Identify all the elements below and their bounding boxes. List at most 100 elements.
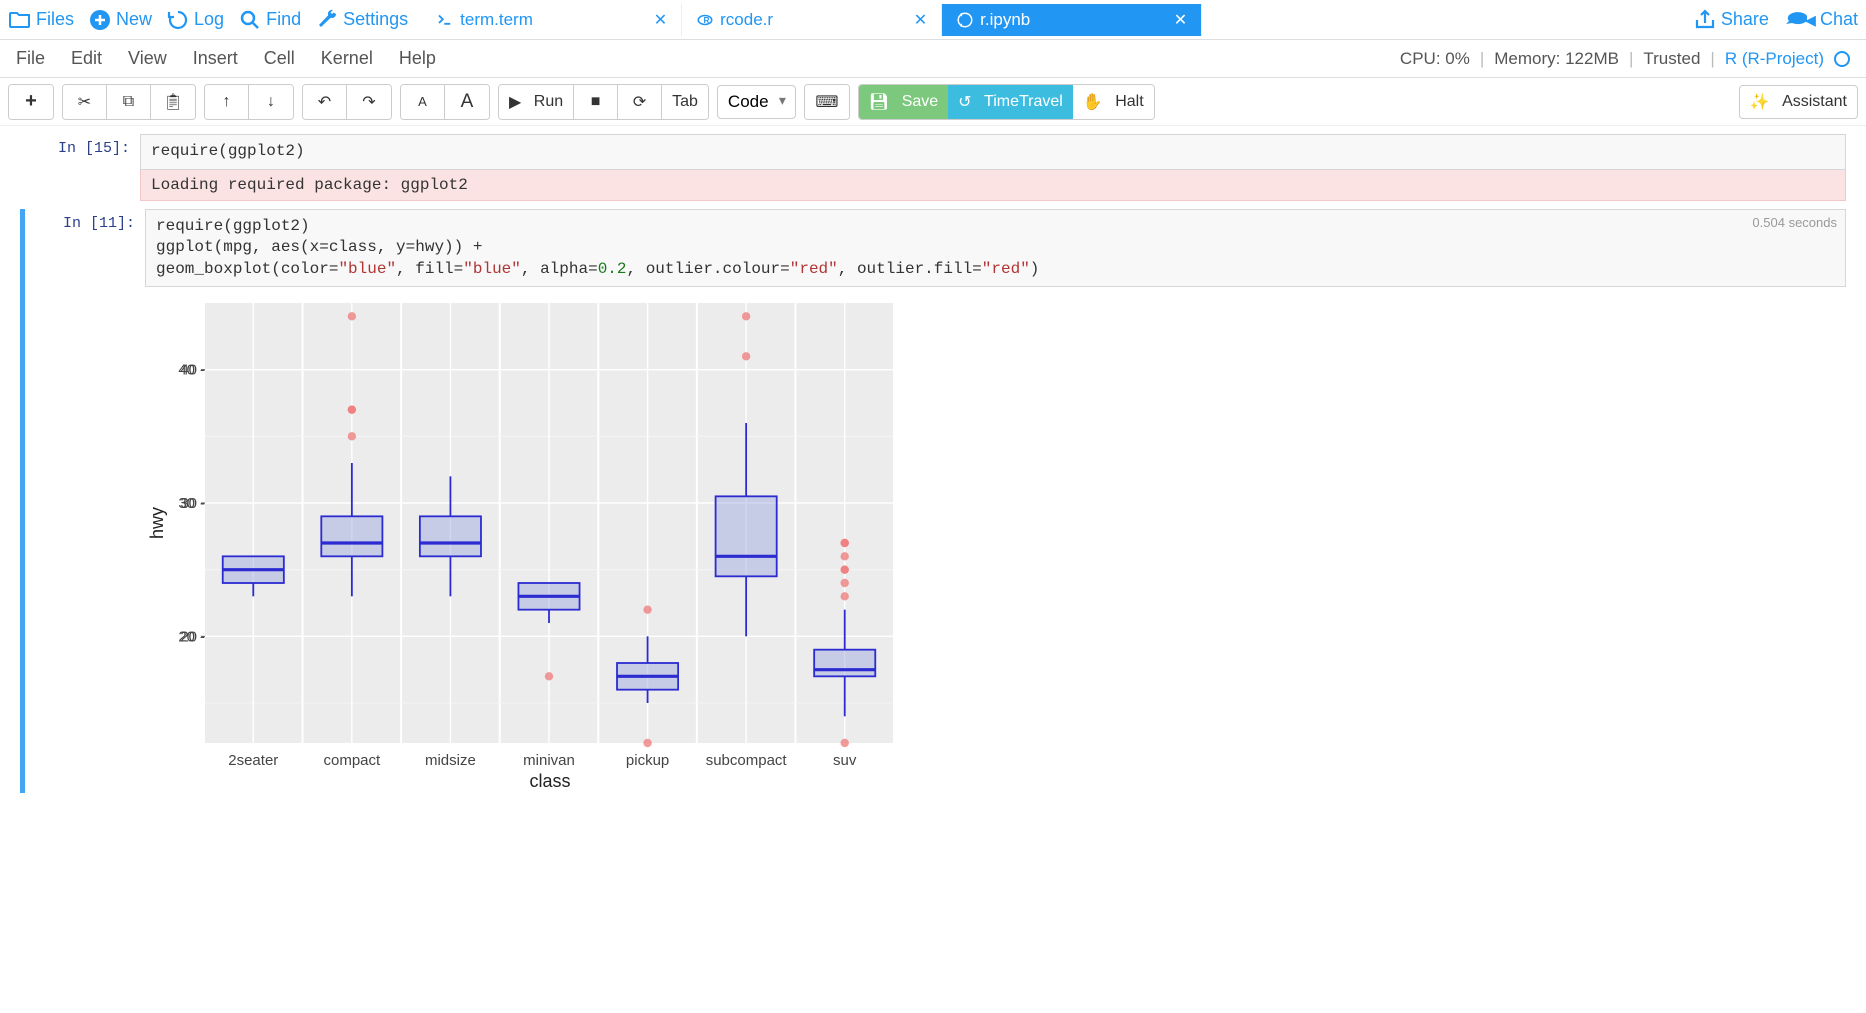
settings-button[interactable]: Settings (315, 8, 408, 32)
run-button[interactable]: ▶ Run (499, 85, 574, 119)
kernel-indicator-icon[interactable] (1834, 51, 1850, 67)
toolbar: + ✂ ⧉ 📋︎ ↑ ↓ ↶ ↷ A A ▶ Run ■ ⟳ Tab Code … (0, 78, 1866, 126)
font-large-button[interactable]: A (445, 85, 489, 119)
tab-label: term.term (460, 10, 533, 30)
topbar-left: Files New Log Find Settings (8, 8, 408, 32)
new-button[interactable]: New (88, 8, 152, 32)
find-label: Find (266, 9, 301, 30)
code-cell-selected[interactable]: In [11]: require(ggplot2) ggplot(mpg, ae… (20, 209, 1846, 794)
code-cell[interactable]: In [15]: require(ggplot2) Loading requir… (20, 134, 1846, 201)
stop-icon: ■ (591, 93, 601, 111)
menubar: File Edit View Insert Cell Kernel Help C… (0, 40, 1866, 78)
hand-icon: ✋ (1083, 92, 1103, 112)
timetravel-button[interactable]: ↺ TimeTravel (948, 85, 1073, 119)
svg-text:20: 20 (178, 629, 195, 646)
font-small-icon: A (418, 94, 427, 109)
assistant-label: Assistant (1782, 93, 1847, 111)
cpu-status: CPU: 0% (1400, 49, 1470, 69)
save-button[interactable]: 💾︎ Save (859, 85, 948, 119)
menu-insert[interactable]: Insert (193, 48, 238, 69)
svg-text:subcompact: subcompact (706, 752, 788, 769)
tab-label: Tab (672, 93, 698, 111)
undo-button[interactable]: ↶ (303, 85, 347, 119)
halt-label: Halt (1115, 93, 1143, 111)
close-icon[interactable]: ✕ (1174, 10, 1187, 30)
copy-icon: ⧉ (123, 93, 134, 111)
boxplot-chart: 20-30-40-2030402seatercompactmidsizemini… (145, 293, 905, 793)
svg-text:2seater: 2seater (228, 752, 278, 769)
chat-button[interactable]: ◂ Chat (1783, 7, 1858, 33)
arrow-up-icon: ↑ (223, 93, 231, 111)
status-area: CPU: 0%| Memory: 122MB| Trusted| R (R-Pr… (1400, 49, 1850, 69)
memory-status: Memory: 122MB (1494, 49, 1619, 69)
cell-type-select[interactable]: Code (717, 85, 796, 119)
notebook-area[interactable]: In [15]: require(ggplot2) Loading requir… (0, 126, 1866, 821)
share-button[interactable]: Share (1693, 8, 1769, 32)
halt-button[interactable]: ✋ Halt (1073, 85, 1154, 119)
assistant-button[interactable]: ✨ Assistant (1739, 85, 1858, 119)
svg-text:-: - (200, 362, 205, 379)
redo-button[interactable]: ↷ (347, 85, 391, 119)
find-button[interactable]: Find (238, 8, 301, 32)
menu-file[interactable]: File (16, 48, 45, 69)
share-icon (1693, 8, 1717, 32)
svg-text:R: R (704, 16, 710, 25)
clipboard-icon: 📋︎ (163, 92, 183, 112)
cut-button[interactable]: ✂ (63, 85, 107, 119)
wrench-icon (315, 8, 339, 32)
arrow-down-icon: ↓ (267, 93, 275, 111)
menu-view[interactable]: View (128, 48, 167, 69)
cell-prompt: In [11]: (25, 209, 145, 794)
share-label: Share (1721, 9, 1769, 30)
copy-button[interactable]: ⧉ (107, 85, 151, 119)
menu-edit[interactable]: Edit (71, 48, 102, 69)
tab-ripynb[interactable]: r.ipynb ✕ (942, 4, 1202, 36)
caret-left-icon: ◂ (1805, 7, 1816, 33)
tab-term[interactable]: term.term ✕ (422, 4, 682, 36)
move-up-button[interactable]: ↑ (205, 85, 249, 119)
log-button[interactable]: Log (166, 8, 224, 32)
folder-icon (8, 8, 32, 32)
font-small-button[interactable]: A (401, 85, 445, 119)
trusted-status[interactable]: Trusted (1643, 49, 1700, 69)
code-input[interactable]: require(ggplot2) ggplot(mpg, aes(x=class… (145, 209, 1846, 288)
restart-button[interactable]: ⟳ (618, 85, 662, 119)
tab-label: rcode.r (720, 10, 773, 30)
save-icon: 💾︎ (869, 92, 889, 112)
svg-text:class: class (529, 771, 570, 791)
stop-button[interactable]: ■ (574, 85, 618, 119)
timetravel-label: TimeTravel (984, 93, 1063, 111)
code-input[interactable]: require(ggplot2) (140, 134, 1846, 170)
history-icon: ↺ (958, 92, 971, 112)
terminal-icon (436, 11, 454, 29)
svg-text:compact: compact (324, 752, 382, 769)
files-button[interactable]: Files (8, 8, 74, 32)
magic-icon: ✨ (1750, 92, 1770, 112)
close-icon[interactable]: ✕ (654, 10, 667, 30)
close-icon[interactable]: ✕ (914, 10, 927, 30)
menu-kernel[interactable]: Kernel (321, 48, 373, 69)
plot-output: 20-30-40-2030402seatercompactmidsizemini… (145, 293, 1846, 793)
tab-complete-button[interactable]: Tab (662, 85, 708, 119)
tab-label: r.ipynb (980, 10, 1030, 30)
redo-icon: ↷ (362, 92, 375, 112)
scissors-icon: ✂ (78, 92, 91, 112)
execution-timing: 0.504 seconds (1752, 214, 1837, 232)
menu-cell[interactable]: Cell (264, 48, 295, 69)
move-down-button[interactable]: ↓ (249, 85, 293, 119)
output-stream: Loading required package: ggplot2 (140, 170, 1846, 201)
kernel-name[interactable]: R (R-Project) (1725, 49, 1824, 69)
new-label: New (116, 9, 152, 30)
menu-help[interactable]: Help (399, 48, 436, 69)
save-label: Save (902, 93, 938, 111)
r-file-icon: R (696, 11, 714, 29)
insert-cell-button[interactable]: + (9, 85, 53, 119)
svg-text:-: - (200, 629, 205, 646)
keyboard-icon: ⌨ (815, 92, 838, 112)
search-icon (238, 8, 262, 32)
svg-text:30: 30 (178, 495, 195, 512)
paste-button[interactable]: 📋︎ (151, 85, 195, 119)
keyboard-button[interactable]: ⌨ (805, 85, 849, 119)
tab-rcode[interactable]: R rcode.r ✕ (682, 4, 942, 36)
run-label: Run (534, 93, 563, 111)
